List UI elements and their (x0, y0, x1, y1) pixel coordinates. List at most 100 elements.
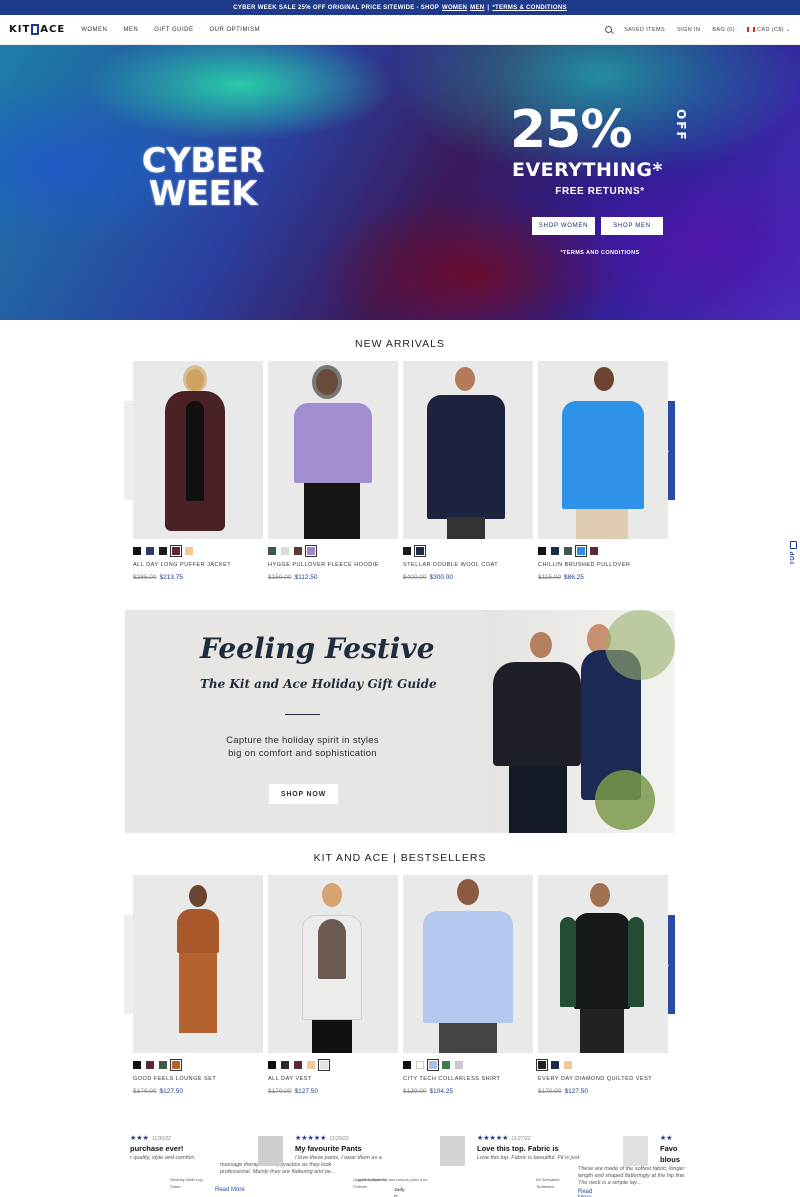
product-name[interactable]: GOOD FEELS LOUNGE SET (133, 1076, 263, 1082)
color-swatch[interactable] (170, 545, 182, 557)
shop-women-button[interactable]: SHOP WOMEN (532, 217, 595, 235)
product-card[interactable]: STELLAR DOUBLE WOOL COAT $400.00 $300.00 (403, 361, 533, 581)
utility-nav: SAVED ITEMS SIGN IN BAG (0) CAD (C$) ⌄ (605, 26, 791, 33)
review-card[interactable]: ★★★ 11/30/22 purchase ever! r quality, st… (130, 1134, 336, 1193)
shop-men-button[interactable]: SHOP MEN (601, 217, 663, 235)
product-card[interactable]: CHILLIN BRUSHED PULLOVER $115.00 $86.25 (538, 361, 668, 581)
hero-cyber-week: CYBER WEEK (113, 144, 293, 214)
color-swatch[interactable] (159, 547, 167, 555)
hero-terms-link[interactable]: *TERMS AND CONDITIONS (512, 250, 688, 256)
product-name[interactable]: HYGGE PULLOVER FLEECE HOODIE (268, 562, 398, 568)
shop-now-button[interactable]: SHOP NOW (269, 784, 338, 804)
review-card[interactable]: ★★ Favo blous (623, 1134, 685, 1166)
color-swatch[interactable] (403, 547, 411, 555)
swatch-list (268, 545, 398, 557)
color-swatch[interactable] (551, 1061, 559, 1069)
review-card[interactable]: ★★★★★ 11/29/22 My favourite Pants I love … (258, 1134, 427, 1197)
product-image[interactable] (268, 361, 398, 539)
color-swatch[interactable] (416, 1061, 424, 1069)
color-swatch[interactable] (442, 1061, 450, 1069)
product-card[interactable]: HYGGE PULLOVER FLEECE HOODIE $150.00 $112… (268, 361, 398, 581)
product-card[interactable]: EVERY DAY DIAMOND QUILTED VEST $170.00 $1… (536, 875, 668, 1095)
promo-men-link[interactable]: MEN (470, 5, 484, 11)
product-image[interactable] (403, 361, 533, 539)
nav-our-optimism[interactable]: OUR OPTIMISM (209, 27, 260, 33)
logo[interactable]: KIT ACE (9, 24, 65, 35)
promo-terms-link[interactable]: *TERMS & CONDITIONS (492, 5, 566, 11)
product-image[interactable] (133, 361, 263, 539)
color-swatch[interactable] (414, 545, 426, 557)
color-swatch[interactable] (268, 547, 276, 555)
color-swatch[interactable] (536, 1059, 548, 1071)
color-swatch[interactable] (146, 1061, 154, 1069)
read-more-link[interactable]: Read More (578, 1189, 592, 1197)
star-rating-icon: ★★★★★ (477, 1135, 509, 1142)
color-swatch[interactable] (590, 547, 598, 555)
color-swatch[interactable] (307, 1061, 315, 1069)
product-image[interactable] (403, 875, 533, 1053)
product-image[interactable] (268, 875, 398, 1053)
original-price: $400.00 (403, 574, 427, 581)
product-name[interactable]: STELLAR DOUBLE WOOL COAT (403, 562, 533, 568)
review-product: Kit Sensation Turtleneck (536, 1177, 560, 1189)
currency-selector[interactable]: CAD (C$) ⌄ (747, 27, 791, 33)
product-card[interactable]: ALL DAY LONG PUFFER JACKET $285.00 $213.7… (133, 361, 263, 581)
nav-gift-guide[interactable]: GIFT GUIDE (154, 27, 193, 33)
sign-in-link[interactable]: SIGN IN (677, 27, 700, 33)
nav-women[interactable]: WOMEN (81, 27, 107, 33)
nav-men[interactable]: MEN (123, 27, 138, 33)
color-swatch[interactable] (170, 1059, 182, 1071)
product-image[interactable] (133, 875, 263, 1053)
hero-line2: WEEK (148, 174, 258, 214)
color-swatch[interactable] (455, 1061, 463, 1069)
original-price: $150.00 (268, 574, 292, 581)
product-card[interactable]: CITY TECH COLLARLESS SHIRT $139.00 $104.2… (403, 875, 533, 1095)
color-swatch[interactable] (575, 545, 587, 557)
product-name[interactable]: ALL DAY LONG PUFFER JACKET (133, 562, 263, 568)
color-swatch[interactable] (403, 1061, 411, 1069)
color-swatch[interactable] (281, 1061, 289, 1069)
color-swatch[interactable] (427, 1059, 439, 1071)
color-swatch[interactable] (551, 547, 559, 555)
color-swatch[interactable] (564, 1061, 572, 1069)
color-swatch[interactable] (538, 547, 546, 555)
color-swatch[interactable] (294, 547, 302, 555)
product-card[interactable]: ALL DAY VEST $170.00 $127.50 (268, 875, 398, 1095)
promo-women-link[interactable]: WOMEN (442, 5, 467, 11)
review-product-thumbnail (623, 1136, 648, 1166)
product-card[interactable]: GOOD FEELS LOUNGE SET $170.00 $127.50 (133, 875, 263, 1095)
holiday-gift-guide-banner[interactable]: Feeling Festive The Kit and Ace Holiday … (125, 610, 675, 833)
saved-items-link[interactable]: SAVED ITEMS (624, 27, 665, 33)
color-swatch[interactable] (133, 1061, 141, 1069)
product-price: $285.00 $213.75 (133, 574, 263, 581)
swatch-list (133, 1059, 263, 1071)
review-title: My favourite Pants (295, 1144, 362, 1153)
color-swatch[interactable] (268, 1061, 276, 1069)
product-name[interactable]: ALL DAY VEST (268, 1076, 398, 1082)
hero-banner[interactable]: CYBER WEEK 25% OFF EVERYTHING* FREE RETU… (0, 45, 800, 320)
canada-flag-icon (747, 26, 755, 32)
logo-kit: KIT (9, 24, 31, 35)
color-swatch[interactable] (185, 547, 193, 555)
color-swatch[interactable] (146, 547, 154, 555)
color-swatch[interactable] (281, 547, 289, 555)
product-image[interactable] (538, 361, 668, 539)
product-name[interactable]: CITY TECH COLLARLESS SHIRT (403, 1076, 533, 1082)
product-name[interactable]: CHILLIN BRUSHED PULLOVER (538, 562, 668, 568)
product-image[interactable] (538, 875, 668, 1053)
read-more-link[interactable]: Read More (215, 1187, 245, 1193)
color-swatch[interactable] (318, 1059, 330, 1071)
color-swatch[interactable] (294, 1061, 302, 1069)
back-to-top-button[interactable]: TOP (787, 541, 799, 569)
divider (285, 714, 320, 715)
color-swatch[interactable] (133, 547, 141, 555)
review-card[interactable]: ★★★★★ 11/27/22 Love this top. Fabric is L… (440, 1134, 685, 1197)
star-rating-icon: ★★★★★ (295, 1135, 327, 1142)
color-swatch[interactable] (564, 547, 572, 555)
product-name[interactable]: EVERY DAY DIAMOND QUILTED VEST (538, 1076, 668, 1082)
search-icon[interactable] (605, 26, 613, 33)
original-price: $285.00 (133, 574, 157, 581)
bag-link[interactable]: BAG (0) (712, 27, 735, 33)
color-swatch[interactable] (159, 1061, 167, 1069)
color-swatch[interactable] (305, 545, 317, 557)
